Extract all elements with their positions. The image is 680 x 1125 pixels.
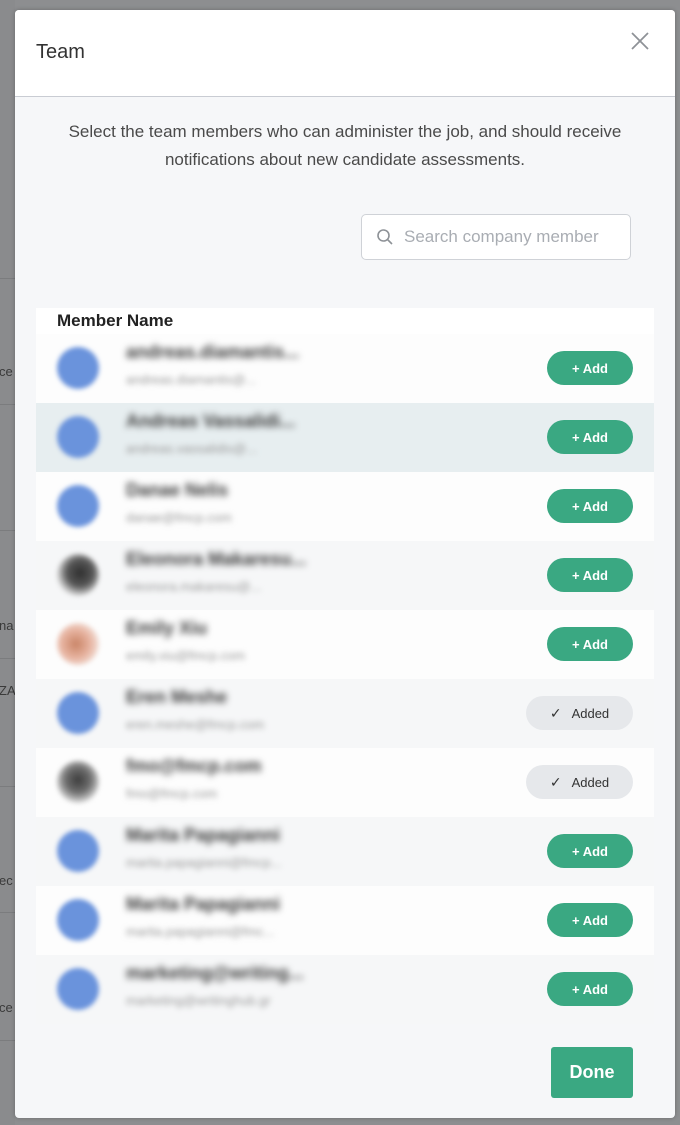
member-email: andreas.diamantis@... xyxy=(126,372,257,387)
table-row: Marita Papagianni marita.papagianni@fmc.… xyxy=(36,886,654,955)
modal-title: Team xyxy=(36,41,85,63)
avatar xyxy=(57,347,99,389)
background-text: ce xyxy=(0,364,13,379)
background-text: na xyxy=(0,618,14,633)
members-table: Member Name andreas.diamantis... andreas… xyxy=(36,308,654,1024)
background-text: ce xyxy=(0,1000,13,1015)
background-divider xyxy=(0,912,15,913)
table-row: Emily Xiu emily.xiu@fmcp.com + Add xyxy=(36,610,654,679)
team-modal: Team Select the team members who can adm… xyxy=(15,10,675,1118)
member-email: eleonora.makaresu@... xyxy=(126,579,262,594)
avatar xyxy=(57,623,99,665)
description-line: Select the team members who can administ… xyxy=(68,122,622,141)
member-name: Eleonora Makaresu... xyxy=(126,549,307,569)
search-icon xyxy=(377,229,393,245)
table-row: Marita Papagianni marita.papagianni@fmcp… xyxy=(36,817,654,886)
added-label: Added xyxy=(571,774,610,790)
check-icon: ✓ xyxy=(549,773,562,790)
background-page-edge xyxy=(0,0,15,1125)
add-member-button[interactable]: + Add xyxy=(547,972,633,1006)
background-divider xyxy=(0,658,15,659)
close-icon[interactable] xyxy=(629,30,651,52)
avatar xyxy=(57,692,99,734)
table-row: Eleonora Makaresu... eleonora.makaresu@.… xyxy=(36,541,654,610)
member-name: Andreas Vassalidi... xyxy=(126,411,296,431)
added-member-button[interactable]: ✓ Added xyxy=(526,765,633,799)
member-email: emily.xiu@fmcp.com xyxy=(126,648,246,663)
modal-description: Select the team members who can administ… xyxy=(15,118,675,174)
description-line: notifications about new candidate assess… xyxy=(164,150,526,169)
avatar xyxy=(57,968,99,1010)
background-divider xyxy=(0,278,15,279)
background-divider xyxy=(0,786,15,787)
member-name: Marita Papagianni xyxy=(126,825,281,845)
add-member-button[interactable]: + Add xyxy=(547,489,633,523)
table-row: Danae Nelis danae@fmcp.com + Add xyxy=(36,472,654,541)
background-text: ec xyxy=(0,873,13,888)
column-header-member-name: Member Name xyxy=(57,311,174,330)
background-divider xyxy=(0,1040,15,1041)
member-email: marketing@writinghub.gr xyxy=(126,993,271,1008)
member-email: eren.meshe@fmcp.com xyxy=(126,717,265,732)
table-row: marketing@writing... marketing@writinghu… xyxy=(36,955,654,1024)
avatar xyxy=(57,761,99,803)
added-label: Added xyxy=(571,705,610,721)
avatar xyxy=(57,899,99,941)
member-name: Danae Nelis xyxy=(126,480,229,500)
add-member-button[interactable]: + Add xyxy=(547,351,633,385)
member-email: danae@fmcp.com xyxy=(126,510,232,525)
avatar xyxy=(57,416,99,458)
check-icon: ✓ xyxy=(549,704,562,721)
member-name: andreas.diamantis... xyxy=(126,342,300,362)
added-member-button[interactable]: ✓ Added xyxy=(526,696,633,730)
table-row: fmo@fmcp.com fmo@fmcp.com ✓ Added xyxy=(36,748,654,817)
avatar xyxy=(57,554,99,596)
member-name: fmo@fmcp.com xyxy=(126,756,262,776)
member-email: marita.papagianni@fmcp... xyxy=(126,855,282,870)
search-input[interactable] xyxy=(404,227,624,247)
member-name: Emily Xiu xyxy=(126,618,208,638)
member-email: andreas.vassalidis@... xyxy=(126,441,257,456)
done-button[interactable]: Done xyxy=(551,1047,633,1098)
avatar xyxy=(57,830,99,872)
table-row: Eren Meshe eren.meshe@fmcp.com ✓ Added xyxy=(36,679,654,748)
add-member-button[interactable]: + Add xyxy=(547,903,633,937)
background-divider xyxy=(0,404,15,405)
member-email: fmo@fmcp.com xyxy=(126,786,218,801)
modal-header: Team xyxy=(15,10,675,97)
search-box[interactable] xyxy=(361,214,631,260)
add-member-button[interactable]: + Add xyxy=(547,420,633,454)
table-row: andreas.diamantis... andreas.diamantis@.… xyxy=(36,334,654,403)
background-text: ZA xyxy=(0,683,16,698)
background-divider xyxy=(0,530,15,531)
member-email: marita.papagianni@fmc... xyxy=(126,924,275,939)
add-member-button[interactable]: + Add xyxy=(547,627,633,661)
table-row: Andreas Vassalidi... andreas.vassalidis@… xyxy=(36,403,654,472)
avatar xyxy=(57,485,99,527)
member-name: Marita Papagianni xyxy=(126,894,281,914)
member-name: marketing@writing... xyxy=(126,963,304,983)
add-member-button[interactable]: + Add xyxy=(547,558,633,592)
member-name: Eren Meshe xyxy=(126,687,228,707)
add-member-button[interactable]: + Add xyxy=(547,834,633,868)
